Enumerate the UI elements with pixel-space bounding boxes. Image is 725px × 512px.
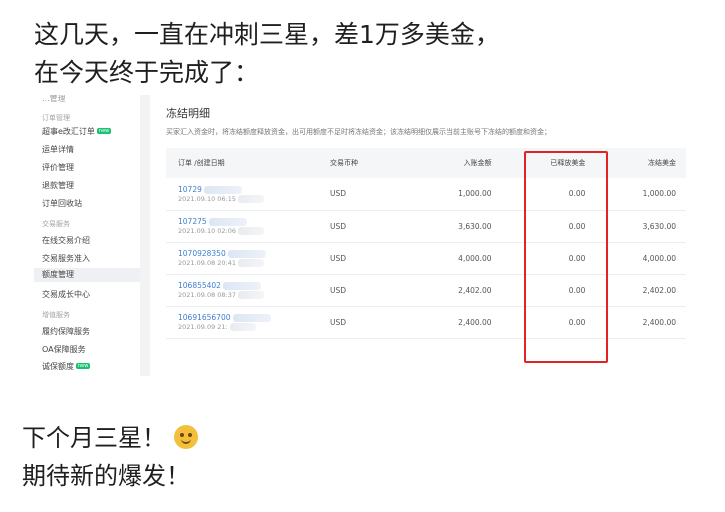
order-date: 2021.09.09 21:: [178, 323, 328, 331]
column-header-currency: 交易币种: [330, 159, 358, 167]
sidebar-item[interactable]: 运单详情: [42, 144, 74, 155]
post-footer-line-2: 期待新的爆发！: [22, 462, 190, 490]
order-link[interactable]: 10729: [178, 185, 328, 194]
sidebar-item-label: 超事e改汇订单: [42, 127, 95, 136]
frozen-cell: 3,630.00: [642, 221, 676, 231]
column-header-frozen: 冻结美金: [648, 159, 676, 167]
amount-cell: 1,000.00: [458, 189, 492, 199]
sidebar: ...管理 订单管理 超事e改汇订单 new 运单详情 评价管理 退款管理 订单回…: [34, 95, 140, 376]
footer-text: 下个月三星！: [22, 424, 166, 452]
sidebar-item[interactable]: 评价管理: [42, 162, 74, 173]
table-row: 106855402 2021.09.08 08:37 USD 2,402.00 0…: [166, 274, 686, 306]
sidebar-item[interactable]: 交易服务准入: [42, 253, 90, 264]
sidebar-section-title: 交易服务: [42, 220, 70, 228]
order-date: 2021.09.08 20:41: [178, 259, 328, 267]
order-date: 2021.09.10 02:06: [178, 227, 328, 235]
sidebar-item[interactable]: 交易成长中心: [42, 289, 90, 300]
amount-cell: 2,402.00: [458, 285, 492, 295]
new-badge: new: [76, 363, 91, 369]
frozen-cell: 2,400.00: [642, 317, 676, 327]
order-link[interactable]: 107275: [178, 217, 328, 226]
amount-cell: 4,000.00: [458, 253, 492, 263]
table-row: 107275 2021.09.10 02:06 USD 3,630.00 0.00…: [166, 210, 686, 242]
sidebar-item[interactable]: 在线交易介绍: [42, 235, 90, 246]
embedded-screenshot: ...管理 订单管理 超事e改汇订单 new 运单详情 评价管理 退款管理 订单回…: [34, 95, 688, 376]
thinking-face-icon: [174, 425, 198, 449]
post-footer-line-1: 下个月三星！: [22, 423, 198, 453]
order-link[interactable]: 106855402: [178, 281, 328, 290]
currency-cell: USD: [330, 189, 347, 199]
sidebar-cut-item[interactable]: ...管理: [42, 95, 66, 104]
sidebar-item[interactable]: 履约保障服务: [42, 326, 90, 337]
table-header-row: 订单 /创建日期 交易币种 入账金额 已释放美金 冻结美金: [166, 148, 686, 178]
currency-cell: USD: [330, 221, 347, 231]
frozen-cell: 2,402.00: [642, 285, 676, 295]
column-header-order: 订单 /创建日期: [178, 159, 225, 167]
sidebar-section-title: 增值服务: [42, 311, 70, 319]
sidebar-item[interactable]: 诚保额度 new: [42, 361, 91, 372]
table-row: 1070928350 2021.09.08 20:41 USD 4,000.00 …: [166, 242, 686, 274]
currency-cell: USD: [330, 253, 347, 263]
sidebar-section-title: 订单管理: [42, 114, 70, 122]
post-text-line-2: 在今天终于完成了：: [34, 58, 260, 87]
order-link[interactable]: 1070928350: [178, 249, 328, 258]
highlight-box: [524, 151, 608, 363]
table-row: 10729 2021.09.10 06:15 USD 1,000.00 0.00 …: [166, 178, 686, 210]
currency-cell: USD: [330, 285, 347, 295]
main-panel: 冻结明细 买家汇入资金时，将冻结额度释放资金，出可用额度不足时将冻结资金；该冻结…: [150, 95, 688, 376]
frozen-detail-table: 订单 /创建日期 交易币种 入账金额 已释放美金 冻结美金 10729 2021.…: [166, 148, 686, 339]
sidebar-item[interactable]: OA保障服务: [42, 344, 86, 355]
post-text-line-1: 这几天，一直在冲刺三星，差1万多美金，: [34, 20, 500, 49]
amount-cell: 2,400.00: [458, 317, 492, 327]
order-date: 2021.09.08 08:37: [178, 291, 328, 299]
page-description: 买家汇入资金时，将冻结额度释放资金，出可用额度不足时将冻结资金；该冻结明细仅展示…: [166, 128, 551, 136]
column-header-amount: 入账金额: [463, 159, 492, 167]
sidebar-item-label: 诚保额度: [42, 362, 74, 371]
sidebar-item[interactable]: 订单回收站: [42, 198, 82, 209]
table-row: 10691656700 2021.09.09 21: USD 2,400.00 0…: [166, 306, 686, 338]
new-badge: new: [96, 128, 112, 134]
sidebar-item-active[interactable]: 额度管理: [34, 268, 140, 282]
page-title: 冻结明细: [166, 107, 210, 120]
sidebar-item[interactable]: 退款管理: [42, 180, 74, 191]
frozen-cell: 4,000.00: [642, 253, 676, 263]
order-link[interactable]: 10691656700: [178, 313, 328, 322]
amount-cell: 3,630.00: [458, 221, 492, 231]
order-date: 2021.09.10 06:15: [178, 194, 328, 203]
sidebar-item[interactable]: 超事e改汇订单 new: [42, 126, 112, 137]
frozen-cell: 1,000.00: [642, 189, 676, 199]
currency-cell: USD: [330, 317, 347, 327]
